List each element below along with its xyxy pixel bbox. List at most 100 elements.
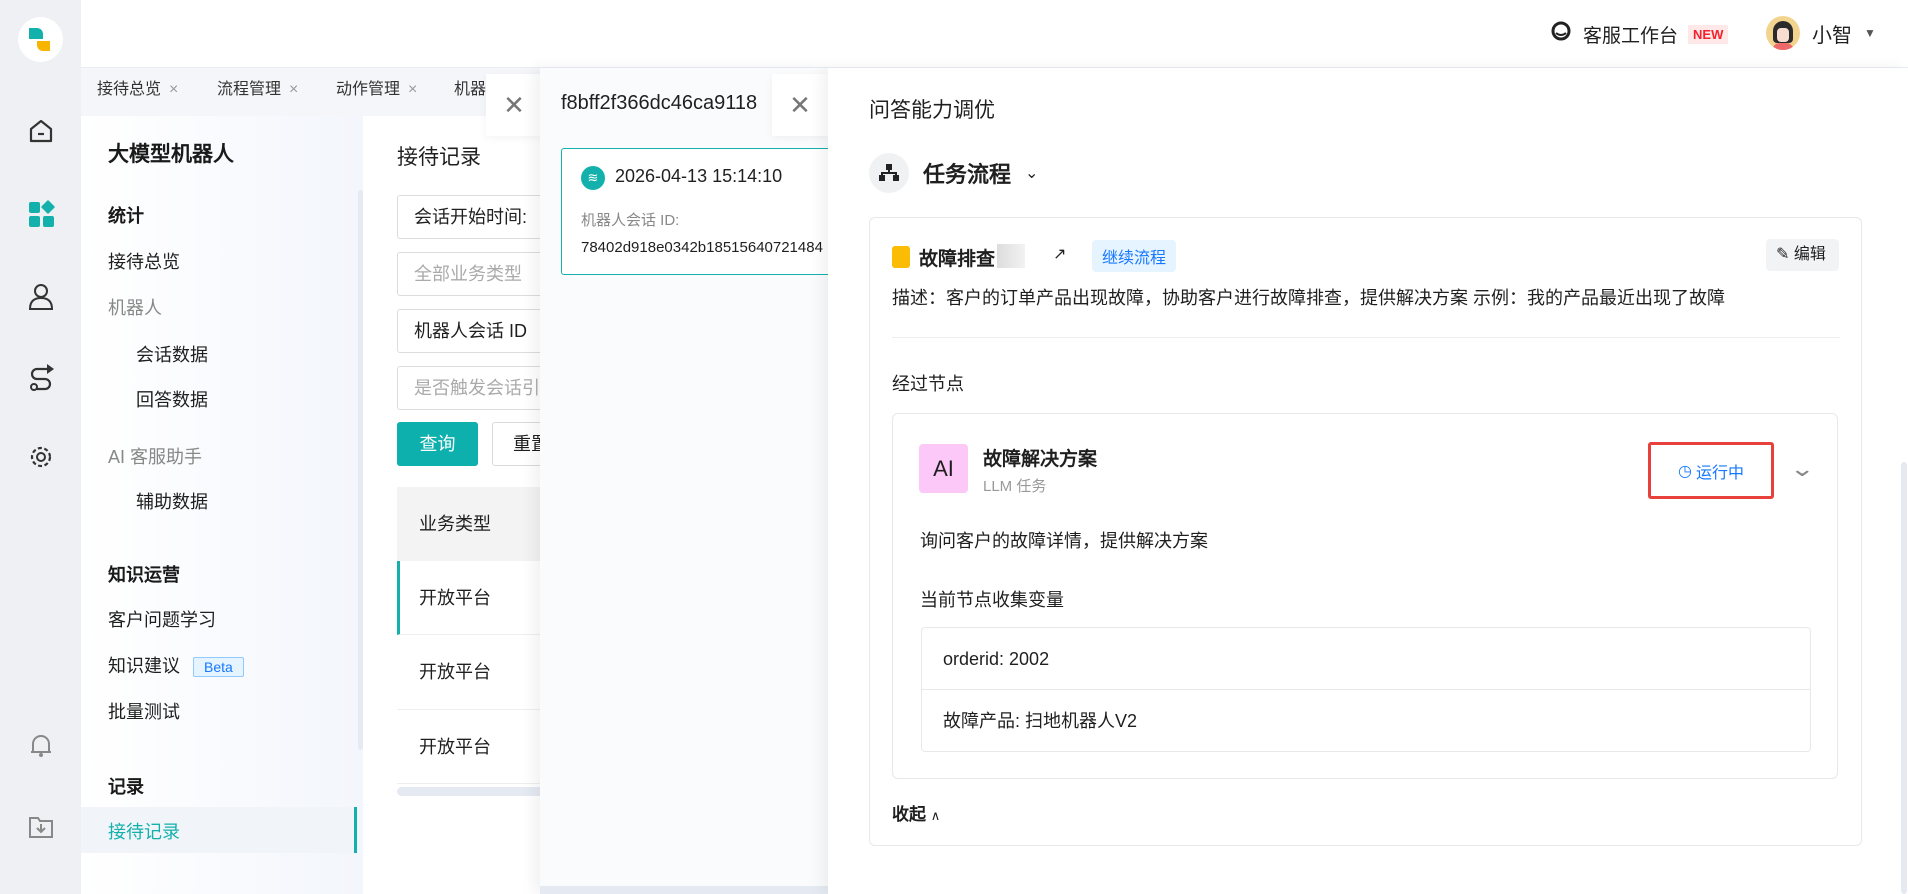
table-h-scrollbar[interactable] bbox=[397, 787, 540, 796]
collected-vars-label: 当前节点收集变量 bbox=[920, 590, 1064, 610]
item-label: 知识建议 bbox=[108, 656, 180, 676]
divider bbox=[892, 337, 1840, 338]
tuning-panel-title: 问答能力调优 bbox=[869, 99, 995, 122]
flow-icon bbox=[892, 246, 910, 268]
table-row[interactable]: 开放平台 bbox=[397, 561, 540, 635]
close-icon[interactable]: × bbox=[169, 81, 178, 98]
headset-icon bbox=[1549, 20, 1573, 49]
sidebar-item-session-data[interactable]: 会话数据 bbox=[136, 341, 208, 367]
external-link-icon[interactable]: ↗ bbox=[1053, 244, 1066, 264]
close-icon[interactable]: × bbox=[408, 81, 417, 98]
collapse-label: 收起 bbox=[892, 805, 926, 824]
page-tabs: 接待总览 × 流程管理 × 动作管理 × 机器 bbox=[81, 68, 541, 116]
panel-v-scrollbar[interactable] bbox=[1901, 462, 1907, 894]
dashboard-icon[interactable] bbox=[24, 197, 57, 230]
tab-robot[interactable]: 机器 bbox=[454, 68, 486, 116]
table-row[interactable]: 开放平台 bbox=[397, 635, 540, 710]
sidebar-item-answer-data[interactable]: 回答数据 bbox=[136, 386, 208, 412]
tab-overview[interactable]: 接待总览 × bbox=[97, 68, 178, 116]
layers-icon: ≋ bbox=[581, 166, 605, 190]
workbench-link[interactable]: 客服工作台 NEW bbox=[1549, 20, 1729, 49]
caret-down-icon: ▼ bbox=[1864, 26, 1876, 40]
session-id-label: 机器人会话 ID: bbox=[581, 212, 680, 229]
table-header-biz-type: 业务类型 bbox=[397, 487, 540, 561]
main-content: 接待记录 会话开始时间: 全部业务类型 机器人会话 ID 是否触发会话引 查询 … bbox=[363, 116, 540, 894]
flow-description: 描述：客户的订单产品出现故障，协助客户进行故障排查，提供解决方案 示例：我的产品… bbox=[892, 288, 1725, 308]
settings-icon[interactable] bbox=[24, 440, 57, 473]
sidebar-item-overview[interactable]: 接待总览 bbox=[108, 248, 180, 274]
tab-label: 动作管理 bbox=[336, 81, 401, 98]
avatar bbox=[1766, 16, 1800, 50]
page-title: 接待记录 bbox=[397, 146, 481, 169]
flow-icon[interactable] bbox=[24, 360, 57, 393]
clock-icon: ◷ bbox=[1678, 462, 1692, 480]
close-icon[interactable]: × bbox=[289, 81, 298, 98]
section-stats: 统计 bbox=[108, 206, 144, 226]
variables-list: orderid: 2002 故障产品: 扫地机器人V2 bbox=[921, 627, 1811, 752]
session-id-value: 78402d918e0342b18515640721484 bbox=[581, 239, 823, 256]
edit-button[interactable]: ✎ 编辑 bbox=[1766, 239, 1839, 271]
node-name: 故障解决方案 bbox=[983, 449, 1098, 470]
collapse-button[interactable]: 收起 ∧ bbox=[892, 800, 940, 825]
section-knowledge-ops: 知识运营 bbox=[108, 565, 180, 585]
flow-name: 故障排查 bbox=[919, 249, 996, 270]
expand-chevron-icon[interactable]: ⌄ bbox=[1789, 456, 1815, 482]
sidebar-item-reception-records[interactable]: 接待记录 bbox=[108, 818, 180, 844]
pencil-icon: ✎ bbox=[1776, 246, 1794, 263]
running-status: ◷ 运行中 bbox=[1648, 442, 1774, 499]
panel-h-scrollbar[interactable] bbox=[540, 886, 828, 894]
sidebar-item-knowledge-suggest[interactable]: 知识建议 Beta bbox=[108, 652, 244, 678]
download-folder-icon[interactable] bbox=[24, 810, 57, 843]
trigger-select[interactable]: 是否触发会话引 bbox=[397, 366, 540, 410]
tab-label: 接待总览 bbox=[97, 81, 162, 98]
top-header: 客服工作台 NEW 小智 ▼ bbox=[81, 0, 1908, 68]
session-id-filter[interactable]: 机器人会话 ID bbox=[397, 309, 540, 353]
user-menu[interactable]: 小智 ▼ bbox=[1766, 16, 1876, 50]
biz-type-select[interactable]: 全部业务类型 bbox=[397, 252, 540, 296]
session-time: 2026-04-13 15:14:10 bbox=[615, 166, 783, 186]
session-detail-panel: f8bff2f366dc46ca9118 ≋ 2026-04-13 15:14:… bbox=[540, 68, 828, 894]
edit-label: 编辑 bbox=[1793, 246, 1826, 263]
app-logo[interactable] bbox=[18, 17, 63, 62]
user-name: 小智 bbox=[1812, 24, 1852, 47]
tab-action-management[interactable]: 动作管理 × bbox=[336, 68, 417, 116]
query-button[interactable]: 查询 bbox=[397, 422, 478, 466]
start-time-filter[interactable]: 会话开始时间: bbox=[397, 195, 540, 239]
node-description: 询问客户的故障详情，提供解决方案 bbox=[920, 531, 1208, 551]
reset-button[interactable]: 重置 bbox=[492, 422, 540, 466]
sidebar-item-batch-test[interactable]: 批量测试 bbox=[108, 698, 180, 724]
session-panel-title: f8bff2f366dc46ca9118 bbox=[561, 92, 758, 114]
home-icon[interactable] bbox=[24, 114, 57, 147]
mode-selector[interactable]: 任务流程 ⌄ bbox=[869, 153, 1038, 193]
session-card[interactable]: ≋ 2026-04-13 15:14:10 机器人会话 ID: 78402d91… bbox=[561, 148, 828, 275]
sidebar-item-customer-learning[interactable]: 客户问题学习 bbox=[108, 606, 216, 632]
sidebar-item-assist-data[interactable]: 辅助数据 bbox=[136, 488, 208, 514]
sidebar-title: 大模型机器人 bbox=[108, 143, 234, 166]
bell-icon[interactable] bbox=[24, 728, 57, 761]
close-icon: ✕ bbox=[789, 89, 811, 120]
tab-flow-management[interactable]: 流程管理 × bbox=[217, 68, 298, 116]
blurred-text bbox=[997, 244, 1025, 268]
status-label: 运行中 bbox=[1695, 464, 1744, 482]
ai-badge: AI bbox=[919, 444, 968, 493]
continue-flow-tag: 继续流程 bbox=[1092, 240, 1177, 272]
icon-rail bbox=[0, 0, 81, 894]
close-icon: ✕ bbox=[503, 89, 525, 120]
chevron-down-icon: ⌄ bbox=[1025, 165, 1039, 182]
variable-item: 故障产品: 扫地机器人V2 bbox=[943, 711, 1138, 731]
hierarchy-icon bbox=[869, 153, 909, 193]
chevron-up-icon: ∧ bbox=[930, 808, 941, 823]
close-session-panel-button[interactable]: ✕ bbox=[486, 74, 542, 136]
new-badge: NEW bbox=[1688, 25, 1729, 44]
sidebar-group-ai-assistant[interactable]: AI 客服助手 bbox=[108, 443, 202, 469]
sidebar-group-robot[interactable]: 机器人 bbox=[108, 294, 162, 320]
beta-badge: Beta bbox=[193, 657, 244, 677]
agent-icon[interactable] bbox=[24, 280, 57, 313]
tab-label: 机器 bbox=[454, 81, 487, 98]
close-tuning-panel-button[interactable]: ✕ bbox=[772, 74, 828, 136]
node-type: LLM 任务 bbox=[983, 478, 1047, 495]
sidebar: 大模型机器人 统计 接待总览 机器人 会话数据 回答数据 AI 客服助手 辅助数… bbox=[81, 116, 363, 894]
table-row[interactable]: 开放平台 bbox=[397, 710, 540, 784]
section-records: 记录 bbox=[108, 777, 144, 797]
passed-nodes-label: 经过节点 bbox=[892, 374, 964, 394]
